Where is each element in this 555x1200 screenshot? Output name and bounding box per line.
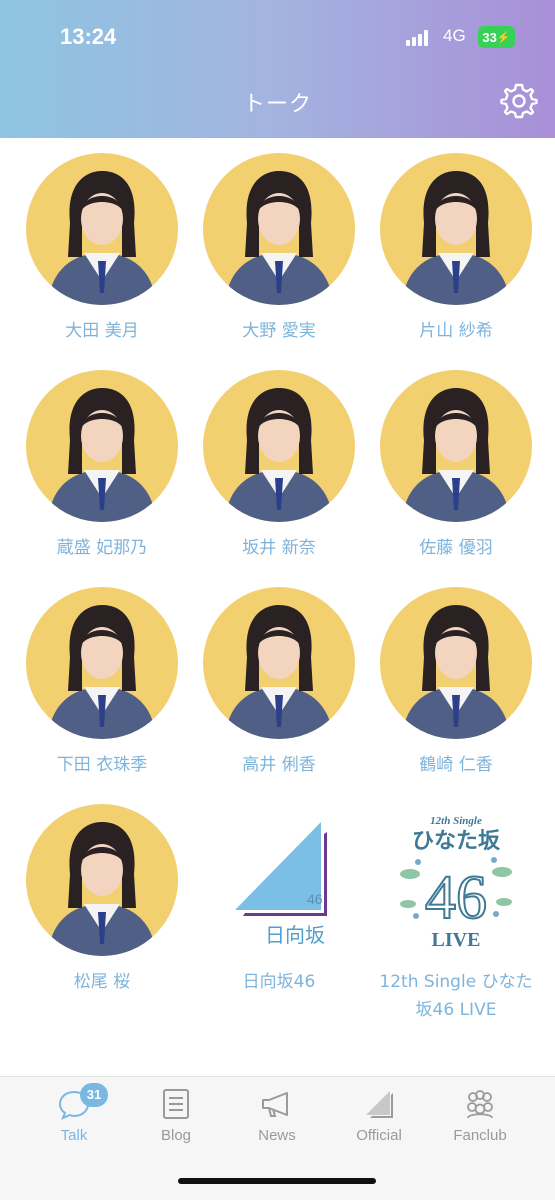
tab-label: Blog <box>160 1127 192 1144</box>
member-avatar[interactable] <box>26 153 178 305</box>
member-item[interactable]: 蔵盛 妃那乃 <box>12 370 192 562</box>
member-name: 大田 美月 <box>65 321 139 341</box>
member-avatar[interactable] <box>380 370 532 522</box>
tab-talk[interactable]: Talk 31 <box>24 1083 124 1144</box>
tab-news[interactable]: News <box>227 1087 327 1144</box>
member-item[interactable]: 松尾 桜 <box>12 804 192 996</box>
member-item[interactable]: 下田 衣珠季 <box>12 587 192 779</box>
member-name: 坂井 新奈 <box>242 538 316 558</box>
member-name: 鶴崎 仁香 <box>419 755 493 775</box>
hinatazaka46-logo[interactable]: 46 日向坂 <box>203 804 355 956</box>
member-item[interactable]: 高井 俐香 <box>189 587 369 779</box>
member-avatar[interactable] <box>203 370 355 522</box>
settings-gear-icon[interactable] <box>500 82 538 120</box>
network-label: 4G <box>443 26 466 45</box>
member-name: 松尾 桜 <box>73 972 131 992</box>
tab-label: News <box>258 1127 296 1144</box>
logo-bottom: LIVE <box>432 929 481 951</box>
member-avatar[interactable] <box>380 587 532 739</box>
title-bar: トーク <box>0 80 555 124</box>
app-header: 13:24 4G 33 ⚡ トーク <box>0 0 555 138</box>
member-name: 高井 俐香 <box>242 755 316 775</box>
member-avatar[interactable] <box>203 153 355 305</box>
member-avatar[interactable] <box>26 804 178 956</box>
tab-official[interactable]: Official <box>329 1087 429 1144</box>
member-name: 佐藤 優羽 <box>419 538 493 558</box>
logo-text: 日向坂 <box>265 923 325 947</box>
group-item[interactable]: 12th Single ひなた坂 46 LIVE 12th Single ひなた坂46 … <box>366 804 546 1024</box>
document-icon <box>159 1087 193 1121</box>
member-item[interactable]: 大田 美月 <box>12 153 192 345</box>
logo-number: 46 <box>307 891 323 907</box>
member-name: 大野 愛実 <box>242 321 316 341</box>
megaphone-icon <box>260 1087 294 1121</box>
logo-number: 46 <box>425 864 487 932</box>
tab-label: Official <box>356 1127 402 1144</box>
status-time: 13:24 <box>60 24 117 49</box>
member-item[interactable]: 大野 愛実 <box>189 153 369 345</box>
member-item[interactable]: 片山 紗希 <box>366 153 546 345</box>
member-name: 片山 紗希 <box>419 321 493 341</box>
logo-top: 12th Single <box>430 815 482 827</box>
logo-title: ひなた坂 <box>412 829 501 854</box>
group-item[interactable]: 46 日向坂 日向坂46 <box>189 804 369 996</box>
member-avatar[interactable] <box>380 153 532 305</box>
member-item[interactable]: 佐藤 優羽 <box>366 370 546 562</box>
official-logo-icon <box>362 1087 396 1121</box>
member-item[interactable]: 鶴崎 仁香 <box>366 587 546 779</box>
tab-fanclub[interactable]: Fanclub <box>430 1087 530 1144</box>
page-title: トーク <box>242 92 312 117</box>
battery-icon: 33 ⚡ <box>478 26 515 48</box>
signal-icon <box>406 30 434 46</box>
group-name: 日向坂46 <box>242 972 316 992</box>
member-avatar[interactable] <box>26 587 178 739</box>
live-event-logo[interactable]: 12th Single ひなた坂 46 LIVE <box>380 804 532 956</box>
member-item[interactable]: 坂井 新奈 <box>189 370 369 562</box>
member-name: 下田 衣珠季 <box>56 755 148 775</box>
group-name: 12th Single ひなた坂46 LIVE <box>379 972 533 1020</box>
status-bar: 13:24 4G 33 ⚡ <box>0 0 555 70</box>
tab-label: Fanclub <box>453 1127 507 1144</box>
battery-level: 33 <box>482 29 497 45</box>
tab-label: Talk <box>60 1127 88 1144</box>
unread-badge: 31 <box>80 1083 108 1107</box>
member-avatar[interactable] <box>26 370 178 522</box>
group-people-icon <box>463 1087 497 1121</box>
home-indicator <box>178 1178 376 1184</box>
tab-blog[interactable]: Blog <box>126 1087 226 1144</box>
member-avatar[interactable] <box>203 587 355 739</box>
member-name: 蔵盛 妃那乃 <box>56 538 148 558</box>
